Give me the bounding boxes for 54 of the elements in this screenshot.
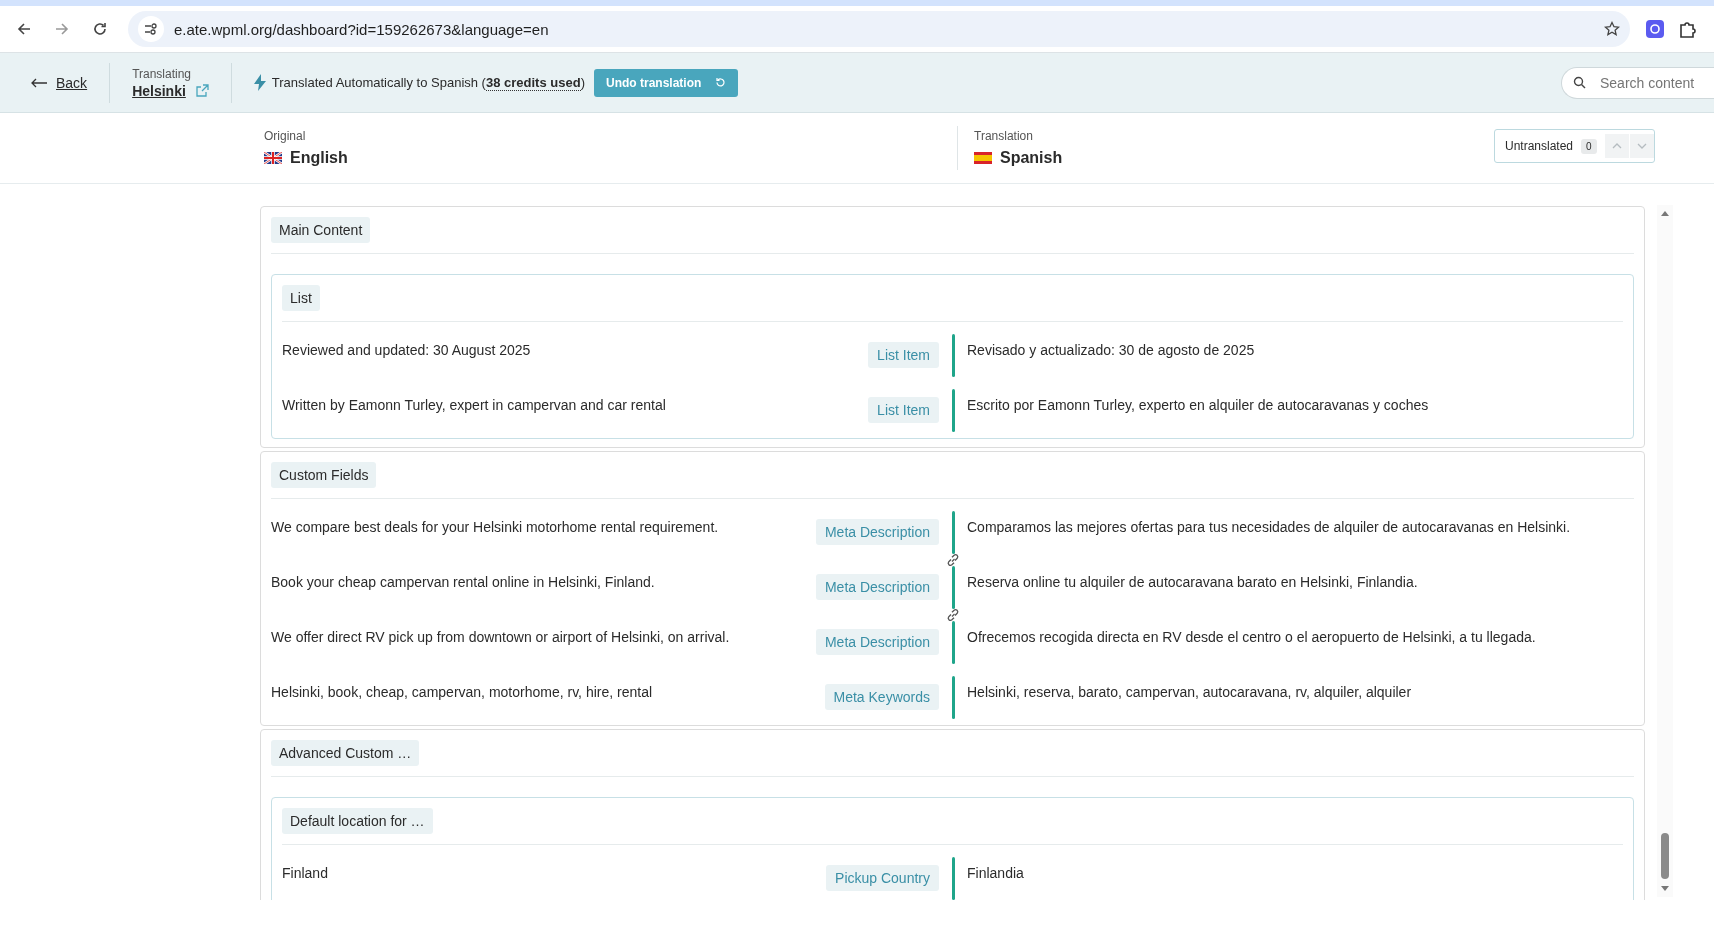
translation-text[interactable]: Ofrecemos recogida directa en RV desde el centro o el aeropuerto de Helsinki, a tu llegada. — [967, 615, 1634, 670]
field-type-tag: Pickup Country — [826, 865, 939, 891]
bookmark-star-icon[interactable] — [1604, 21, 1620, 37]
link-icon[interactable] — [945, 607, 961, 623]
translation-text[interactable]: Revisado y actualizado: 30 de agosto de 2025 — [967, 328, 1623, 383]
section-title: Custom Fields — [271, 462, 377, 488]
source-text: Written by Eamonn Turley, expert in campervan and car rental — [282, 396, 666, 415]
search-field[interactable]: Search content — [1561, 66, 1714, 99]
lightning-bolt-icon — [253, 74, 266, 91]
scroll-up-arrow-icon[interactable] — [1660, 209, 1670, 217]
scrollbar[interactable] — [1657, 205, 1673, 897]
scrollbar-thumb[interactable] — [1661, 833, 1669, 879]
translation-label: Translation — [974, 129, 1034, 143]
scroll-down-arrow-icon[interactable] — [1660, 885, 1670, 893]
translation-language: Spanish — [1000, 149, 1063, 167]
untranslated-count: 0 — [1581, 138, 1597, 154]
spain-flag-icon — [974, 152, 992, 164]
translation-text[interactable]: Escrito por Eamonn Turley, experto en alquiler de autocaravanas y coches — [967, 383, 1623, 438]
group-title: Default location for … — [282, 808, 433, 834]
field-type-tag: Meta Description — [815, 574, 939, 600]
translation-text[interactable]: Comparamos las mejores ofertas para tus necesidades de alquiler de autocaravanas en Helsinki. — [967, 505, 1634, 560]
link-icon[interactable] — [945, 552, 961, 568]
section-title: Advanced Custom … — [271, 740, 420, 766]
translation-text[interactable]: Helsinki, reserva, barato, campervan, autocaravana, rv, alquiler, alquiler — [967, 670, 1634, 725]
external-link-icon[interactable] — [195, 84, 209, 97]
post-title-link[interactable]: Helsinki — [132, 82, 186, 99]
source-text: We offer direct RV pick up from downtown or airport of Helsinki, on arrival. — [271, 628, 730, 647]
group-title: List — [282, 285, 320, 311]
source-text: Reviewed and updated: 30 August 2025 — [282, 341, 531, 360]
address-bar[interactable]: e.ate.wpml.org/dashboard?id=159262673&language=en — [128, 11, 1630, 47]
field-type-tag: Meta Keywords — [824, 684, 939, 710]
auto-translation-status: Translated Automatically to Spanish (38 credits used) — [271, 75, 585, 90]
field-type-tag: Meta Description — [815, 519, 939, 545]
source-text: We compare best deals for your Helsinki motorhome rental requirement. — [271, 518, 719, 537]
original-language: English — [290, 149, 348, 167]
site-settings-icon[interactable] — [138, 16, 164, 42]
uk-flag-icon — [264, 152, 282, 164]
field-type-tag: Meta Description — [815, 629, 939, 655]
section-title: Main Content — [271, 217, 371, 243]
translation-text[interactable]: Reserva online tu alquiler de autocaravana barato en Helsinki, Finlandia. — [967, 560, 1634, 615]
puzzle-icon[interactable] — [1678, 19, 1698, 39]
field-type-tag: List Item — [868, 397, 939, 423]
search-icon — [1573, 75, 1586, 89]
field-type-tag: List Item — [868, 342, 939, 368]
extension-icon[interactable] — [1646, 20, 1664, 38]
translating-label: Translating — [132, 66, 193, 81]
undo-icon — [715, 77, 727, 88]
original-label: Original — [264, 129, 307, 143]
arrow-left-icon — [30, 77, 48, 88]
back-link[interactable]: Back — [30, 74, 88, 91]
source-text: Helsinki, book, cheap, campervan, motorhome, rv, hire, rental — [271, 683, 653, 702]
translation-text[interactable]: Finlandia — [967, 851, 1623, 900]
source-text: Book your cheap campervan rental online in Helsinki, Finland. — [271, 573, 655, 592]
source-text: Finland — [282, 864, 328, 883]
